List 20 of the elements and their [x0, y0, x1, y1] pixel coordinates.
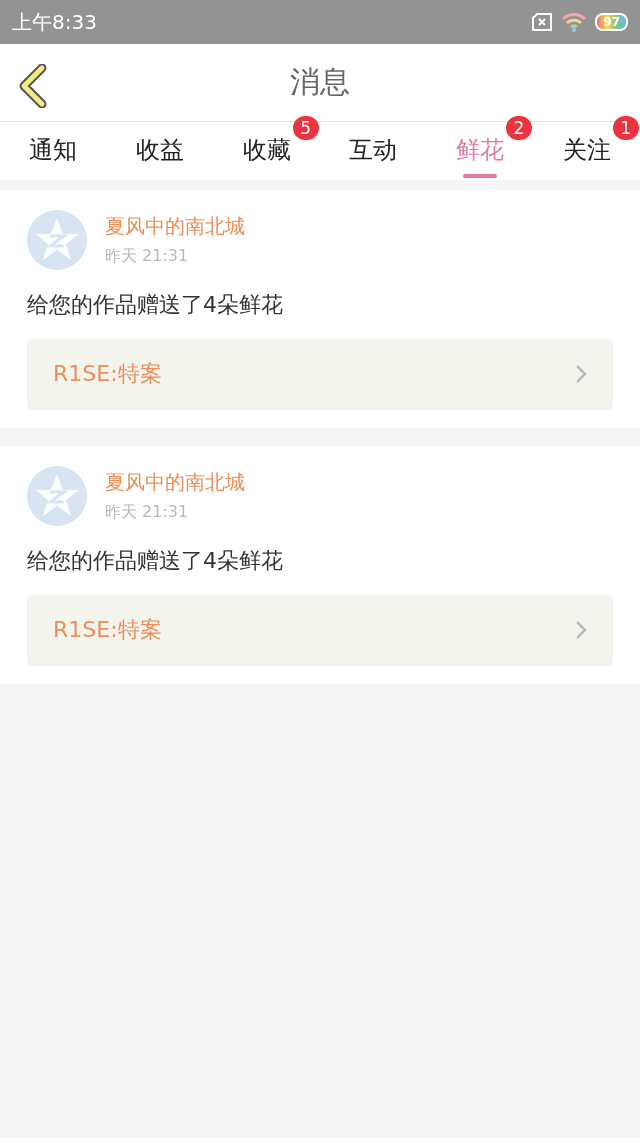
count-badge: 2: [506, 116, 532, 140]
count-badge: 1: [612, 116, 639, 140]
count-badge: 5: [292, 116, 319, 140]
message-time: 昨天 21:31: [105, 246, 190, 267]
chevron-icon: [575, 620, 587, 640]
tab[interactable]: 通知: [29, 122, 78, 180]
no-sim-icon: [531, 13, 554, 31]
status-time: 上午8:33: [12, 8, 97, 36]
tab[interactable]: 互动: [349, 122, 398, 180]
message-text: 给您的作品赠送了4朵鲜花: [27, 547, 284, 575]
battery-level: 97: [595, 13, 628, 31]
message-time: 昨天 21:31: [105, 502, 190, 523]
avatar-icon: [27, 466, 87, 526]
message-text: 给您的作品赠送了4朵鲜花: [27, 291, 284, 319]
chevron-icon: [575, 364, 587, 384]
avatar-icon: [27, 210, 87, 270]
wifi-icon: [561, 11, 588, 33]
tab[interactable]: 收益: [136, 122, 184, 180]
page-title: 消息: [290, 63, 350, 101]
back-icon[interactable]: [18, 64, 48, 108]
